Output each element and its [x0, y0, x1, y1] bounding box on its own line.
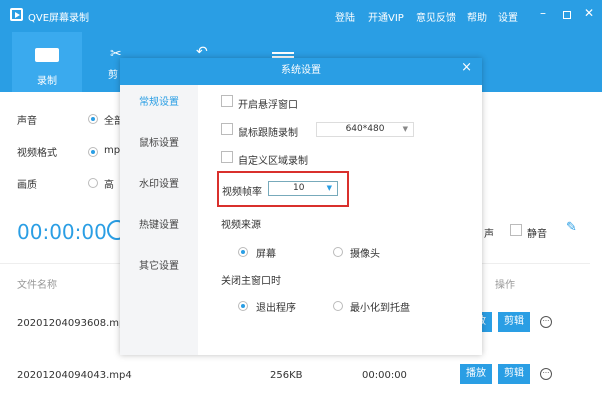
- menu-login[interactable]: 登陆: [335, 9, 355, 24]
- app-title: QVE屏幕录制: [28, 13, 90, 24]
- file-name: 20201204093608.mp4: [17, 318, 132, 329]
- menu-vip[interactable]: 开通VIP: [368, 9, 404, 24]
- chevron-down-icon: ▼: [402, 125, 408, 133]
- dialog-title: 系统设置: [281, 65, 321, 76]
- sidebar-item-other[interactable]: 其它设置: [120, 257, 198, 272]
- mute-label: 静音: [527, 229, 547, 240]
- menu-help[interactable]: 帮助: [467, 9, 487, 24]
- source-screen-label: 屏幕: [256, 249, 276, 260]
- source-screen-radio[interactable]: [238, 247, 248, 257]
- close-icon[interactable]: ✕: [584, 6, 594, 20]
- sidebar-item-general[interactable]: 常规设置: [120, 93, 198, 108]
- speaker-label: 声: [484, 229, 494, 240]
- menu-feedback[interactable]: 意见反馈: [416, 9, 456, 24]
- dialog-close-icon[interactable]: ×: [461, 58, 472, 78]
- video-camera-icon: [35, 48, 59, 62]
- format-label: 视频格式: [17, 148, 57, 159]
- mouse-follow-checkbox[interactable]: [221, 123, 233, 135]
- fps-value: 10: [293, 183, 305, 193]
- close-exit-label: 退出程序: [256, 303, 296, 314]
- edit-button[interactable]: 剪辑: [498, 364, 530, 384]
- fps-select[interactable]: 10 ▼: [268, 181, 338, 196]
- pen-icon[interactable]: ✎: [566, 220, 577, 235]
- floating-window-checkbox[interactable]: [221, 95, 233, 107]
- dialog-sidebar: 常规设置 鼠标设置 水印设置 热键设置 其它设置: [120, 85, 198, 355]
- close-behavior-label: 关闭主窗口时: [221, 276, 281, 287]
- resolution-value: 640*480: [345, 124, 385, 134]
- sound-label: 声音: [17, 116, 37, 127]
- source-camera-label: 摄像头: [350, 249, 380, 260]
- minimize-icon[interactable]: –: [540, 6, 546, 20]
- mouse-follow-label: 鼠标跟随录制: [238, 128, 298, 139]
- source-camera-radio[interactable]: [333, 247, 343, 257]
- more-icon[interactable]: ···: [540, 316, 552, 328]
- quality-label: 画质: [17, 180, 37, 191]
- close-exit-radio[interactable]: [238, 301, 248, 311]
- floating-window-label: 开启悬浮窗口: [238, 100, 298, 111]
- custom-area-label: 自定义区域录制: [238, 156, 308, 167]
- file-name: 20201204094043.mp4: [17, 370, 132, 381]
- source-label: 视频来源: [221, 220, 261, 231]
- dialog-header: 系统设置 ×: [120, 58, 482, 85]
- custom-area-checkbox[interactable]: [221, 151, 233, 163]
- close-tray-label: 最小化到托盘: [350, 303, 410, 314]
- chevron-down-icon: ▼: [326, 184, 332, 192]
- edit-button[interactable]: 剪辑: [498, 312, 530, 332]
- file-size: 256KB: [270, 370, 303, 381]
- sidebar-item-mouse[interactable]: 鼠标设置: [120, 134, 198, 149]
- format-radio[interactable]: [88, 147, 98, 157]
- col-ops-header: 操作: [495, 280, 515, 291]
- more-icon[interactable]: ···: [540, 368, 552, 380]
- menu-settings[interactable]: 设置: [498, 9, 518, 24]
- sidebar-item-watermark[interactable]: 水印设置: [120, 175, 198, 190]
- fps-label: 视频帧率: [222, 187, 262, 198]
- resolution-select[interactable]: 640*480 ▼: [316, 122, 414, 137]
- mute-checkbox[interactable]: [510, 224, 522, 236]
- settings-dialog: 系统设置 × 常规设置 鼠标设置 水印设置 热键设置 其它设置 开启悬浮窗口 鼠…: [120, 58, 482, 355]
- app-logo-icon: [10, 8, 23, 21]
- timer: 00:00:00: [17, 220, 107, 244]
- col-name-header: 文件名称: [17, 280, 57, 291]
- quality-radio[interactable]: [88, 178, 98, 188]
- play-button[interactable]: 播放: [460, 364, 492, 384]
- tab-label: 录制: [37, 76, 57, 87]
- quality-value: 高: [104, 180, 114, 191]
- close-tray-radio[interactable]: [333, 301, 343, 311]
- sound-radio[interactable]: [88, 114, 98, 124]
- sidebar-item-hotkey[interactable]: 热键设置: [120, 216, 198, 231]
- maximize-icon[interactable]: [563, 11, 571, 19]
- file-duration: 00:00:00: [362, 370, 407, 381]
- tab-record[interactable]: 录制: [12, 32, 82, 92]
